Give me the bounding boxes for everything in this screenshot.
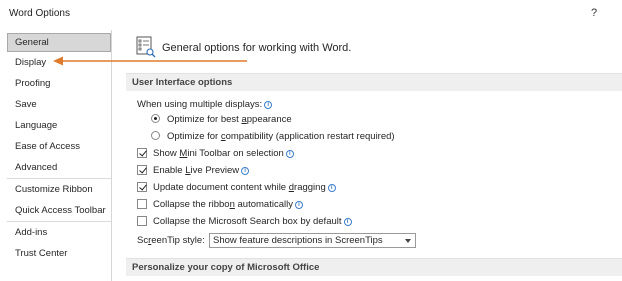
collapse-ribbon-checkbox[interactable]	[137, 199, 147, 209]
help-button[interactable]: ?	[591, 7, 597, 19]
window-title: Word Options	[9, 8, 70, 19]
ui-options-section-title: User Interface options	[126, 73, 622, 91]
update-while-dragging-checkbox[interactable]	[137, 182, 147, 192]
chevron-down-icon	[405, 239, 411, 243]
optimize-compatibility-label[interactable]: Optimize for compatibility (application …	[167, 131, 395, 142]
sidebar-divider	[7, 221, 111, 222]
info-icon[interactable]: i	[343, 218, 352, 226]
sidebar-item-save[interactable]: Save	[7, 95, 111, 114]
options-content: General options for working with Word. U…	[116, 30, 622, 281]
sidebar-item-language[interactable]: Language	[7, 116, 111, 135]
sidebar-item-display[interactable]: Display	[7, 53, 111, 72]
sidebar-item-general[interactable]: General	[7, 33, 111, 52]
optimize-best-appearance-label[interactable]: Optimize for best appearance	[167, 114, 292, 125]
sidebar-item-trust-center[interactable]: Trust Center	[7, 244, 111, 263]
screentip-style-label: ScreenTip style:	[137, 235, 205, 246]
sidebar-item-ease-of-access[interactable]: Ease of Access	[7, 137, 111, 156]
show-mini-toolbar-checkbox[interactable]	[137, 148, 147, 158]
enable-live-preview-checkbox[interactable]	[137, 165, 147, 175]
show-mini-toolbar-label[interactable]: Show Mini Toolbar on selection i	[153, 148, 294, 159]
info-icon[interactable]: i	[327, 184, 336, 192]
collapse-search-box-label[interactable]: Collapse the Microsoft Search box by def…	[153, 216, 352, 227]
screentip-style-dropdown[interactable]: Show feature descriptions in ScreenTips	[209, 233, 416, 248]
title-bar: Word Options ?	[0, 0, 622, 28]
info-icon[interactable]: i	[294, 201, 303, 209]
personalize-section-title: Personalize your copy of Microsoft Offic…	[126, 258, 622, 276]
sidebar-item-proofing[interactable]: Proofing	[7, 74, 111, 93]
collapse-ribbon-label[interactable]: Collapse the ribbon automatically i	[153, 199, 303, 210]
update-while-dragging-label[interactable]: Update document content while dragging i	[153, 182, 336, 193]
info-icon[interactable]: i	[241, 167, 250, 175]
collapse-search-box-checkbox[interactable]	[137, 216, 147, 226]
options-sidebar: General Display Proofing Save Language E…	[4, 30, 112, 281]
sidebar-item-quick-access-toolbar[interactable]: Quick Access Toolbar	[7, 201, 111, 220]
screentip-style-value: Show feature descriptions in ScreenTips	[213, 235, 383, 246]
optimize-compatibility-radio[interactable]	[151, 131, 160, 140]
sidebar-item-customize-ribbon[interactable]: Customize Ribbon	[7, 180, 111, 199]
info-icon[interactable]: i	[264, 101, 273, 109]
enable-live-preview-label[interactable]: Enable Live Preview i	[153, 165, 250, 176]
sidebar-item-advanced[interactable]: Advanced	[7, 158, 111, 177]
multiple-displays-label: When using multiple displays: i	[137, 99, 273, 110]
info-icon[interactable]: i	[285, 150, 294, 158]
general-options-icon	[136, 36, 156, 58]
optimize-best-appearance-radio[interactable]	[151, 114, 160, 123]
sidebar-item-add-ins[interactable]: Add-ins	[7, 223, 111, 242]
sidebar-divider	[7, 178, 111, 179]
page-heading: General options for working with Word.	[162, 42, 352, 54]
